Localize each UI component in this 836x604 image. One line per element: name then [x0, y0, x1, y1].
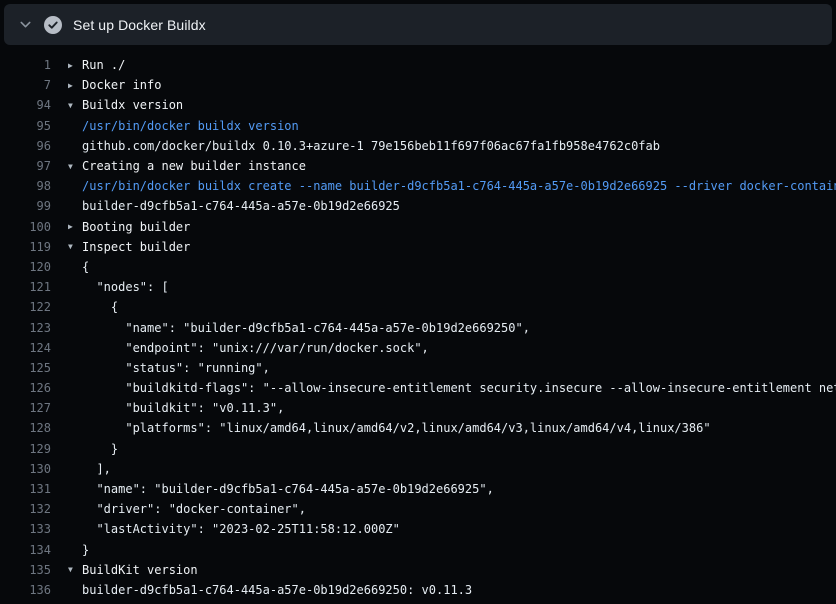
- line-number[interactable]: 100: [0, 220, 51, 234]
- chevron-down-icon[interactable]: [18, 17, 33, 32]
- line-number[interactable]: 130: [0, 462, 51, 476]
- group-expanded-arrow-icon[interactable]: ▼: [51, 565, 82, 574]
- log-line: 124 "endpoint": "unix:///var/run/docker.…: [0, 338, 836, 358]
- log-line: 97▼Creating a new builder instance: [0, 156, 836, 176]
- log-text: "platforms": "linux/amd64,linux/amd64/v2…: [82, 421, 836, 435]
- log-text: builder-d9cfb5a1-c764-445a-a57e-0b19d2e6…: [82, 199, 836, 213]
- log-line: 119▼Inspect builder: [0, 237, 836, 257]
- log-group-title[interactable]: Booting builder: [82, 220, 836, 234]
- group-expanded-arrow-icon[interactable]: ▼: [51, 242, 82, 251]
- log-line: 130 ],: [0, 459, 836, 479]
- line-number[interactable]: 95: [0, 119, 51, 133]
- log-line: 122 {: [0, 297, 836, 317]
- group-collapsed-arrow-icon[interactable]: ▶: [51, 222, 82, 231]
- log-text: "driver": "docker-container",: [82, 502, 836, 516]
- log-text: {: [82, 260, 836, 274]
- log-line: 128 "platforms": "linux/amd64,linux/amd6…: [0, 418, 836, 438]
- line-number[interactable]: 129: [0, 442, 51, 456]
- line-number[interactable]: 133: [0, 522, 51, 536]
- line-number[interactable]: 127: [0, 401, 51, 415]
- log-body: 1▶Run ./7▶Docker info94▼Buildx version95…: [0, 45, 836, 600]
- log-line: 133 "lastActivity": "2023-02-25T11:58:12…: [0, 519, 836, 539]
- log-line: 129 }: [0, 439, 836, 459]
- log-text: {: [82, 300, 836, 314]
- log-text: /usr/bin/docker buildx create --name bui…: [82, 179, 836, 193]
- log-line: 99 builder-d9cfb5a1-c764-445a-a57e-0b19d2…: [0, 196, 836, 216]
- line-number[interactable]: 132: [0, 502, 51, 516]
- log-text: "buildkit": "v0.11.3",: [82, 401, 836, 415]
- log-group-title[interactable]: Inspect builder: [82, 240, 836, 254]
- line-number[interactable]: 135: [0, 563, 51, 577]
- line-number[interactable]: 97: [0, 159, 51, 173]
- log-line: 134}: [0, 540, 836, 560]
- line-number[interactable]: 98: [0, 179, 51, 193]
- check-circle-icon: [44, 16, 62, 34]
- line-number[interactable]: 122: [0, 300, 51, 314]
- log-line: 7▶Docker info: [0, 75, 836, 95]
- log-text: builder-d9cfb5a1-c764-445a-a57e-0b19d2e6…: [82, 583, 836, 597]
- group-expanded-arrow-icon[interactable]: ▼: [51, 162, 82, 171]
- line-number[interactable]: 134: [0, 543, 51, 557]
- log-group-title[interactable]: Creating a new builder instance: [82, 159, 836, 173]
- line-number[interactable]: 131: [0, 482, 51, 496]
- line-number[interactable]: 124: [0, 341, 51, 355]
- log-group-title[interactable]: Docker info: [82, 78, 836, 92]
- line-number[interactable]: 120: [0, 260, 51, 274]
- log-text: "endpoint": "unix:///var/run/docker.sock…: [82, 341, 836, 355]
- log-line: 125 "status": "running",: [0, 358, 836, 378]
- log-text: "name": "builder-d9cfb5a1-c764-445a-a57e…: [82, 482, 836, 496]
- line-number[interactable]: 136: [0, 583, 51, 597]
- log-text: "buildkitd-flags": "--allow-insecure-ent…: [82, 381, 836, 395]
- line-number[interactable]: 126: [0, 381, 51, 395]
- line-number[interactable]: 94: [0, 98, 51, 112]
- log-text: github.com/docker/buildx 0.10.3+azure-1 …: [82, 139, 836, 153]
- log-text: }: [82, 543, 836, 557]
- log-line: 94▼Buildx version: [0, 95, 836, 115]
- group-expanded-arrow-icon[interactable]: ▼: [51, 101, 82, 110]
- log-text: "lastActivity": "2023-02-25T11:58:12.000…: [82, 522, 836, 536]
- log-text: ],: [82, 462, 836, 476]
- log-line: 121 "nodes": [: [0, 277, 836, 297]
- log-line: 120 {: [0, 257, 836, 277]
- line-number[interactable]: 121: [0, 280, 51, 294]
- line-number[interactable]: 99: [0, 199, 51, 213]
- log-line: 1▶Run ./: [0, 55, 836, 75]
- log-text: "nodes": [: [82, 280, 836, 294]
- log-line: 127 "buildkit": "v0.11.3",: [0, 398, 836, 418]
- log-line: 136 builder-d9cfb5a1-c764-445a-a57e-0b19d…: [0, 580, 836, 600]
- line-number[interactable]: 119: [0, 240, 51, 254]
- log-group-title[interactable]: BuildKit version: [82, 563, 836, 577]
- log-line: 132 "driver": "docker-container",: [0, 499, 836, 519]
- log-text: "name": "builder-d9cfb5a1-c764-445a-a57e…: [82, 321, 836, 335]
- log-line: 126 "buildkitd-flags": "--allow-insecure…: [0, 378, 836, 398]
- line-number[interactable]: 123: [0, 321, 51, 335]
- log-text: "status": "running",: [82, 361, 836, 375]
- log-text: /usr/bin/docker buildx version: [82, 119, 836, 133]
- log-line: 95/usr/bin/docker buildx version: [0, 116, 836, 136]
- log-group-title[interactable]: Buildx version: [82, 98, 836, 112]
- line-number[interactable]: 7: [0, 78, 51, 92]
- log-line: 135▼BuildKit version: [0, 560, 836, 580]
- log-line: 96 github.com/docker/buildx 0.10.3+azure-…: [0, 136, 836, 156]
- log-line: 98/usr/bin/docker buildx create --name b…: [0, 176, 836, 196]
- log-line: 131 "name": "builder-d9cfb5a1-c764-445a-…: [0, 479, 836, 499]
- line-number[interactable]: 128: [0, 421, 51, 435]
- line-number[interactable]: 125: [0, 361, 51, 375]
- log-group-title[interactable]: Run ./: [82, 58, 836, 72]
- step-title: Set up Docker Buildx: [73, 17, 206, 33]
- step-header[interactable]: Set up Docker Buildx: [4, 4, 832, 45]
- log-line: 100▶Booting builder: [0, 217, 836, 237]
- log-text: }: [82, 442, 836, 456]
- log-line: 123 "name": "builder-d9cfb5a1-c764-445a-…: [0, 317, 836, 337]
- line-number[interactable]: 96: [0, 139, 51, 153]
- group-collapsed-arrow-icon[interactable]: ▶: [51, 61, 82, 70]
- group-collapsed-arrow-icon[interactable]: ▶: [51, 81, 82, 90]
- line-number[interactable]: 1: [0, 58, 51, 72]
